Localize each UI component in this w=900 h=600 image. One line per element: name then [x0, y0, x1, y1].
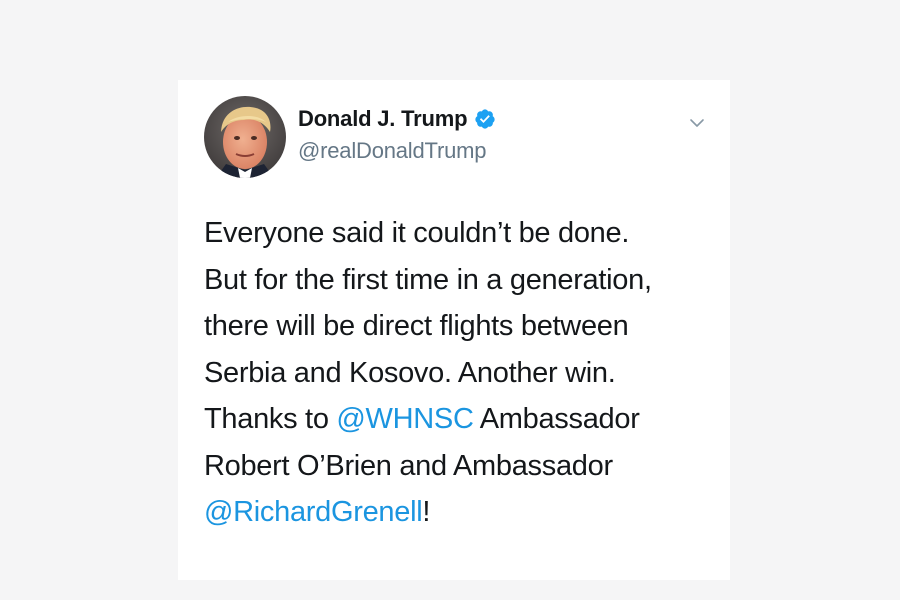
- tweet-text-line: there will be direct flights between: [204, 303, 714, 350]
- tweet-text-segment: Serbia and Kosovo. Another win.: [204, 356, 616, 389]
- display-name[interactable]: Donald J. Trump: [298, 106, 468, 132]
- tweet-text-segment: Ambassador: [473, 403, 640, 435]
- tweet-text-segment: !: [422, 496, 431, 528]
- mention-link[interactable]: @RichardGrenell: [204, 496, 423, 528]
- tweet-text-line: Robert O’Brien and Ambassador: [204, 443, 714, 490]
- tweet-text-line: @RichardGrenell!: [204, 489, 714, 536]
- tweet-text-segment: Thanks to: [204, 403, 337, 435]
- tweet-text: Everyone said it couldn’t be done. But fo…: [204, 210, 714, 536]
- profile-photo: [204, 96, 286, 178]
- avatar[interactable]: [204, 96, 286, 178]
- tweet-text-line: Everyone said it couldn’t be done.: [204, 210, 714, 257]
- chevron-down-icon[interactable]: [688, 114, 706, 132]
- tweet-text-segment: Everyone said it couldn’t be done.: [204, 217, 630, 249]
- tweet-text-line: Serbia and Kosovo. Another win.: [204, 350, 714, 397]
- author-handle[interactable]: @realDonaldTrump: [298, 138, 486, 164]
- mention-link[interactable]: @WHNSC: [336, 403, 473, 435]
- verified-badge-icon: [475, 109, 495, 129]
- tweet-text-segment: there will be direct flights between: [204, 310, 629, 342]
- tweet-text-line: Thanks to @WHNSC Ambassador: [204, 396, 714, 443]
- author-name-row[interactable]: Donald J. Trump: [298, 106, 496, 132]
- tweet-text-line: But for the first time in a generation,: [204, 257, 714, 304]
- tweet-text-segment: But for the first time in a generation,: [204, 263, 652, 296]
- tweet-text-segment: Robert O’Brien and Ambassador: [204, 449, 613, 482]
- tweet-card: Donald J. Trump @realDonaldTrump Everyon…: [178, 80, 730, 580]
